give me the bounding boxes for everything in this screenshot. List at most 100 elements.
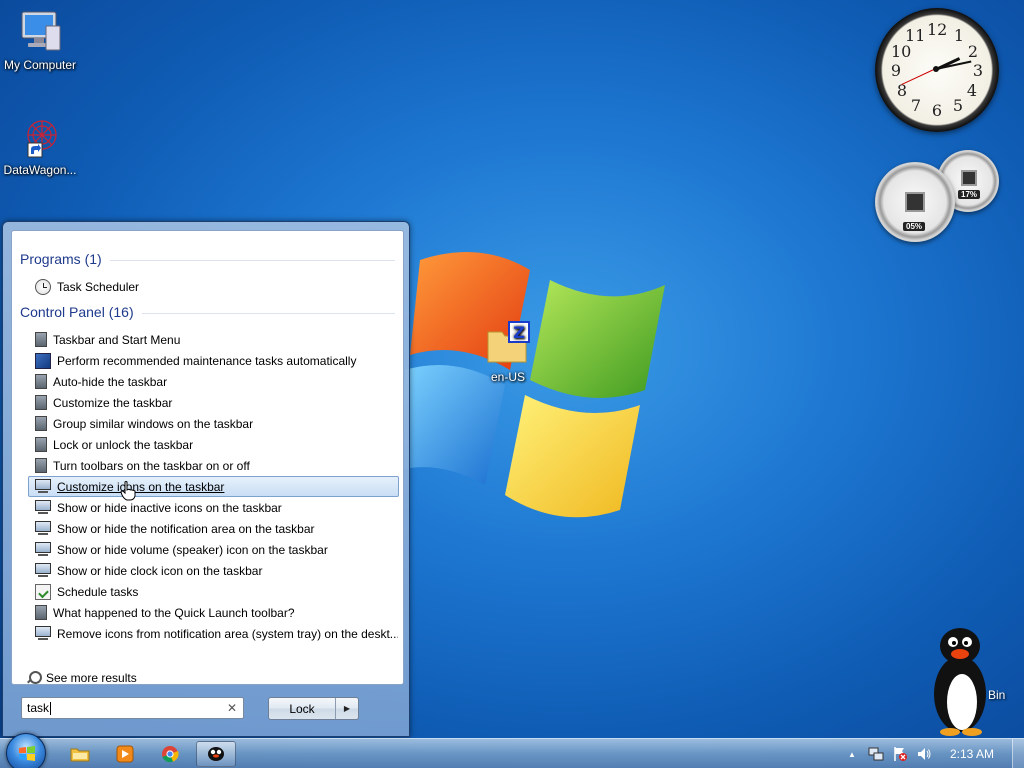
clock-icon: [35, 278, 51, 295]
windows-logo: [400, 252, 665, 518]
schedule-icon: [35, 583, 51, 600]
result-label: Taskbar and Start Menu: [53, 332, 181, 347]
desktop-icon-bin[interactable]: Bin: [926, 622, 1024, 738]
clock-gadget[interactable]: 12 1 2 3 4 5 6 7 8 9 10 11: [875, 8, 999, 132]
desktop-icon-my-computer[interactable]: My Computer: [0, 8, 80, 72]
result-show-hide-clock-icon[interactable]: Show or hide clock icon on the taskbar: [28, 560, 399, 581]
windows-flag-icon: [19, 746, 35, 761]
taskbar-media-player[interactable]: [105, 741, 145, 767]
result-label: Auto-hide the taskbar: [53, 374, 168, 389]
taskbar-settings-icon: [35, 374, 47, 389]
desktop-icon-datawagon[interactable]: DataWagon...: [0, 113, 80, 177]
clock-number: 6: [931, 101, 943, 120]
clock-number: 5: [952, 96, 964, 115]
notification-area-icon: [35, 626, 51, 640]
result-label: Group similar windows on the taskbar: [53, 416, 254, 431]
result-label: Task Scheduler: [57, 279, 140, 294]
search-icon: [26, 671, 42, 685]
volume-icon[interactable]: [916, 746, 932, 762]
see-more-results-link[interactable]: See more results: [26, 671, 137, 685]
start-search-input[interactable]: task ✕: [21, 697, 244, 719]
cpu-gauge[interactable]: 05%: [875, 162, 955, 242]
result-maintenance-tasks[interactable]: Perform recommended maintenance tasks au…: [28, 350, 399, 371]
notification-area-icon: [35, 542, 51, 556]
result-label: Show or hide inactive icons on the taskb…: [57, 500, 282, 515]
result-task-scheduler[interactable]: Task Scheduler: [28, 276, 399, 297]
result-quick-launch-toolbar[interactable]: What happened to the Quick Launch toolba…: [28, 602, 399, 623]
taskbar-settings-icon: [35, 458, 47, 473]
control-panel-group-header[interactable]: Control Panel (16): [20, 304, 395, 320]
result-turn-toolbars[interactable]: Turn toolbars on the taskbar on or off: [28, 455, 399, 476]
result-label: Customize icons on the taskbar: [57, 479, 225, 494]
result-label: Customize the taskbar: [53, 395, 173, 410]
show-hidden-icons-button[interactable]: ▲: [844, 746, 860, 762]
show-desktop-button[interactable]: [1012, 739, 1024, 768]
result-label: Lock or unlock the taskbar: [53, 437, 194, 452]
desktop-icon-label: DataWagon...: [3, 163, 77, 177]
result-label: Show or hide the notification area on th…: [57, 521, 315, 536]
result-customize-icons[interactable]: Customize icons on the taskbar: [28, 476, 399, 497]
lock-button[interactable]: Lock: [269, 698, 336, 719]
svg-text:Z: Z: [513, 323, 525, 342]
taskbar-penguin-app[interactable]: [196, 741, 236, 767]
result-label: Turn toolbars on the taskbar on or off: [53, 458, 250, 473]
result-label: Remove icons from notification area (sys…: [57, 626, 399, 641]
media-player-icon: [116, 745, 134, 763]
clock-number: 3: [972, 61, 984, 80]
clock-number: 12: [927, 20, 948, 39]
control-panel-header-label: Control Panel (16): [20, 304, 134, 320]
action-center-icon[interactable]: [892, 746, 908, 762]
taskbar-clock[interactable]: 2:13 AM: [950, 747, 994, 761]
result-label: What happened to the Quick Launch toolba…: [53, 605, 295, 620]
clock-center: [933, 66, 939, 72]
result-show-hide-inactive-icons[interactable]: Show or hide inactive icons on the taskb…: [28, 497, 399, 518]
result-remove-tray-icons[interactable]: Remove icons from notification area (sys…: [28, 623, 399, 644]
result-group-similar-windows[interactable]: Group similar windows on the taskbar: [28, 413, 399, 434]
result-customize-taskbar[interactable]: Customize the taskbar: [28, 392, 399, 413]
desktop-icon-label: Bin: [988, 688, 1006, 702]
notification-area-icon: [35, 521, 51, 535]
maintenance-icon: [35, 352, 51, 369]
memory-chip-icon: [961, 170, 977, 186]
zip-folder-icon: Z: [484, 320, 532, 368]
power-button-group: Lock ▶: [268, 697, 359, 720]
see-more-label: See more results: [46, 671, 137, 685]
desktop-icon-en-us[interactable]: Z en-US: [468, 320, 548, 384]
search-query: task: [27, 701, 50, 715]
hand-cursor-icon: [120, 481, 136, 501]
result-taskbar-and-start-menu[interactable]: Taskbar and Start Menu: [28, 329, 399, 350]
notification-area-icon: [35, 500, 51, 514]
power-options-arrow-icon[interactable]: ▶: [336, 698, 358, 719]
memory-value: 17%: [958, 190, 981, 199]
desktop-icon-label: My Computer: [3, 58, 77, 72]
taskbar-settings-icon: [35, 605, 47, 620]
chrome-icon: [162, 746, 179, 763]
result-lock-taskbar[interactable]: Lock or unlock the taskbar: [28, 434, 399, 455]
clock-number: 11: [905, 26, 926, 45]
cpu-chip-icon: [905, 192, 925, 212]
result-label: Show or hide volume (speaker) icon on th…: [57, 542, 328, 557]
taskbar-settings-icon: [35, 416, 47, 431]
taskbar-settings-icon: [35, 395, 47, 410]
result-label: Show or hide clock icon on the taskbar: [57, 563, 263, 578]
notification-area-icon: [35, 563, 51, 577]
network-icon[interactable]: [868, 746, 884, 762]
taskbar-chrome[interactable]: [150, 741, 190, 767]
result-label: Perform recommended maintenance tasks au…: [57, 353, 357, 368]
taskbar: ▲ 2:13 AM: [0, 733, 1024, 768]
programs-header-label: Programs (1): [20, 251, 102, 267]
result-schedule-tasks[interactable]: Schedule tasks: [28, 581, 399, 602]
result-show-hide-volume-icon[interactable]: Show or hide volume (speaker) icon on th…: [28, 539, 399, 560]
computer-icon: [16, 8, 64, 56]
result-auto-hide-taskbar[interactable]: Auto-hide the taskbar: [28, 371, 399, 392]
clear-search-icon[interactable]: ✕: [227, 701, 237, 715]
programs-group-header[interactable]: Programs (1): [20, 251, 395, 267]
desktop-icon-label: en-US: [490, 370, 525, 384]
search-results-panel: Programs (1) Task Scheduler Control Pane…: [11, 230, 404, 685]
notification-area-icon: [35, 479, 51, 493]
result-show-hide-notification-area[interactable]: Show or hide the notification area on th…: [28, 518, 399, 539]
notification-area: ▲ 2:13 AM: [840, 739, 1024, 768]
taskbar-explorer[interactable]: [60, 741, 100, 767]
start-button[interactable]: [6, 733, 46, 768]
folder-icon: [70, 748, 90, 762]
